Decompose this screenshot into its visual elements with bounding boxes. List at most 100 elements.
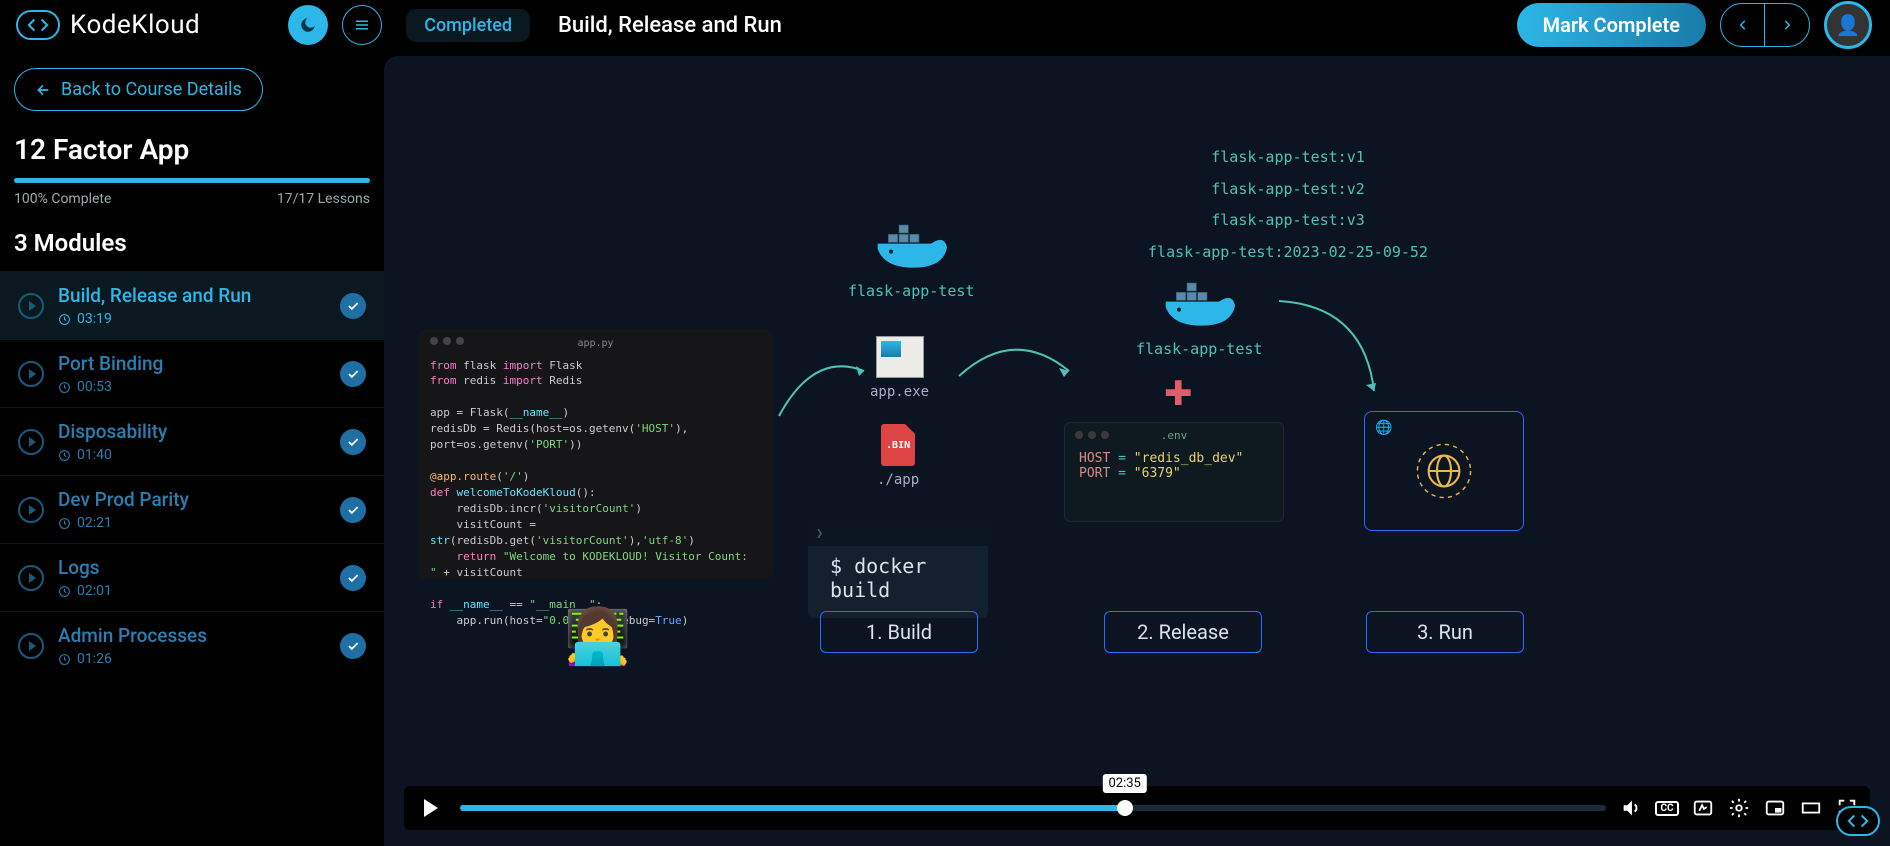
brand-logo[interactable]: KodeKloud [8,10,200,40]
lesson-item[interactable]: Logs 02:01 [0,543,384,611]
lessons-count-label: 17/17 Lessons [277,191,370,207]
next-lesson-button[interactable] [1765,4,1809,46]
lesson-item[interactable]: Port Binding00:53 [0,339,384,407]
chevron-right-icon [1780,18,1794,32]
video-control-icons: CC [1620,797,1858,819]
lesson-name: Build, Release and Run [58,284,326,307]
play-icon [18,565,44,591]
check-icon [346,639,360,653]
docker-whale-build: flask-app-test [848,222,974,300]
volume-button[interactable] [1620,797,1642,819]
sidebar: Back to Course Details 12 Factor App 100… [0,50,384,846]
lesson-item[interactable]: Dev Prod Parity02:21 [0,475,384,543]
clock-icon [58,313,71,326]
code-window: app.py from flask import Flaskfrom redis… [418,329,773,579]
check-icon [346,367,360,381]
menu-toggle[interactable] [342,5,382,45]
terminal-window: $ docker build [808,524,988,618]
image-tag-list: flask-app-test:v1flask-app-test:v2flask-… [1048,142,1528,268]
lesson-complete-badge [340,565,366,591]
arrow-left-icon [35,82,51,98]
env-filename: .env [1065,429,1283,442]
play-icon [18,361,44,387]
lesson-status: Completed [406,9,530,42]
lesson-list: Build, Release and Run 03:19 Port Binding0… [0,271,384,846]
chevron-left-icon [1736,18,1750,32]
lesson-item[interactable]: Disposability 01:40 [0,407,384,475]
globe-icon [1409,436,1479,506]
pip-button[interactable] [1764,797,1786,819]
lesson-complete-badge [340,361,366,387]
flow-arrow-3 [1274,286,1394,406]
clock-icon [58,517,71,530]
course-progress-fill [14,178,370,183]
stage-release-label: 2. Release [1104,611,1262,653]
back-label: Back to Course Details [61,79,242,100]
prev-lesson-button[interactable] [1721,4,1765,46]
run-target-box: 🌐 [1364,411,1524,531]
flow-arrow-2 [954,336,1074,416]
lesson-nav [1720,3,1810,47]
modules-heading: 3 Modules [0,229,384,271]
docker-icon [1159,280,1239,334]
seek-thumb[interactable] [1117,800,1133,816]
theater-button[interactable] [1800,797,1822,819]
check-icon [346,435,360,449]
clock-icon [58,653,71,666]
docker-release-label: flask-app-test [1136,340,1262,358]
settings-button[interactable] [1728,797,1750,819]
lesson-duration: 00:53 [58,379,326,395]
floating-brand-badge[interactable] [1836,806,1880,836]
video-controls: 02:35 CC [404,786,1870,830]
play-icon [18,497,44,523]
exe-file-icon [876,336,924,378]
lesson-duration: 01:40 [58,447,326,463]
docker-icon [871,222,951,276]
progress-pct-label: 100% Complete [14,191,111,207]
code-icon [1847,810,1869,832]
theme-toggle[interactable] [288,5,328,45]
back-to-course-button[interactable]: Back to Course Details [14,68,263,111]
lesson-duration: 02:01 [58,583,326,599]
course-progress-text: 100% Complete 17/17 Lessons [0,191,384,229]
seek-bar[interactable]: 02:35 [460,805,1606,811]
topbar: KodeKloud Completed Build, Release and R… [0,0,1890,50]
seek-fill [460,805,1125,811]
lesson-complete-badge [340,633,366,659]
check-icon [346,571,360,585]
plus-icon: ✚ [1164,374,1193,414]
lesson-item[interactable]: Admin Processes01:26 [0,611,384,679]
quality-button[interactable] [1692,797,1714,819]
stage-run-label: 3. Run [1366,611,1524,653]
exe-artifact: app.exe [870,336,929,400]
play-button[interactable] [416,793,446,823]
mark-complete-button[interactable]: Mark Complete [1517,3,1706,47]
pip-icon [1764,797,1786,819]
bin-label: ./app [877,472,919,488]
lesson-duration: 03:19 [58,311,326,327]
bin-file-icon: .BIN [881,424,915,466]
user-avatar[interactable]: 👤 [1824,1,1872,49]
seek-tooltip: 02:35 [1102,774,1146,793]
developer-emoji: 👩‍💻 [564,606,631,669]
bin-artifact: .BIN ./app [877,424,919,488]
check-icon [346,503,360,517]
captions-button[interactable]: CC [1656,797,1678,819]
docker-build-label: flask-app-test [848,282,974,300]
stage-build-label: 1. Build [820,611,978,653]
terminal-command: $ docker build [830,554,926,602]
play-icon [18,293,44,319]
clock-icon [58,449,71,462]
lesson-duration: 02:21 [58,515,326,531]
brand-logo-badge [16,10,60,40]
course-title: 12 Factor App [0,133,384,178]
video-area: app.py from flask import Flaskfrom redis… [384,56,1890,846]
env-body: HOST = "redis_db_dev"PORT = "6379" [1079,451,1269,481]
slide: app.py from flask import Flaskfrom redis… [384,56,1890,846]
lesson-item[interactable]: Build, Release and Run 03:19 [0,271,384,339]
lesson-name: Logs [58,556,326,579]
lesson-name: Disposability [58,420,326,443]
course-progress-bar [14,178,370,183]
gear-icon [1728,797,1750,819]
hamburger-icon [353,16,371,34]
